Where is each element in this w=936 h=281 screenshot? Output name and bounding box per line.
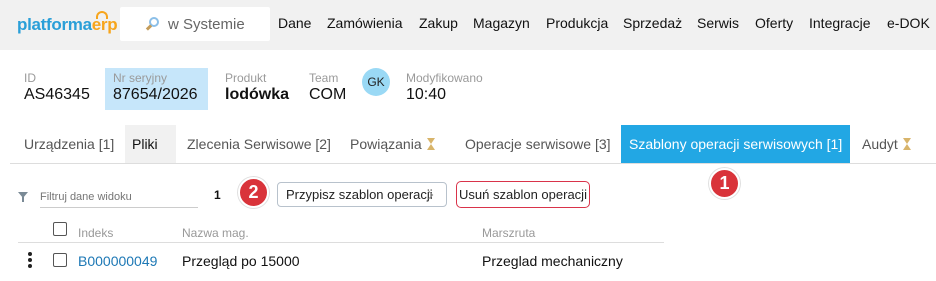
nav-item-produkcja[interactable]: Produkcja bbox=[546, 15, 608, 31]
column-header-marszruta[interactable]: Marszruta bbox=[482, 226, 535, 240]
nav-item-zamowienia[interactable]: Zamówienia bbox=[327, 15, 402, 31]
search-label: w Systemie bbox=[168, 15, 245, 33]
top-navigation-bar: platformaerp w Systemie Dane Zamówienia … bbox=[0, 0, 936, 50]
nav-item-serwis[interactable]: Serwis bbox=[697, 15, 739, 31]
tab-powiazania[interactable]: Powiązania bbox=[342, 125, 443, 163]
annotation-badge-1: 1 bbox=[709, 168, 740, 199]
nav-item-e-dok[interactable]: e-DOK bbox=[887, 15, 930, 31]
tab-divider bbox=[10, 163, 936, 164]
remove-template-button[interactable]: Usuń szablon operacji bbox=[456, 181, 590, 208]
table-row-route: Przeglad mechaniczny bbox=[482, 253, 623, 269]
tab-pliki[interactable]: Pliki bbox=[125, 125, 176, 163]
field-modified: Modyfikowano 10:40 bbox=[406, 71, 483, 103]
assign-template-button[interactable]: Przypisz szablon operacji bbox=[277, 182, 447, 207]
column-header-indeks[interactable]: Indeks bbox=[78, 226, 113, 240]
hourglass-icon bbox=[902, 138, 911, 150]
nav-item-oferty[interactable]: Oferty bbox=[755, 15, 793, 31]
nav-item-integracje[interactable]: Integracje bbox=[809, 15, 870, 31]
avatar[interactable]: GK bbox=[362, 68, 390, 96]
table-row-name: Przegląd po 15000 bbox=[182, 253, 300, 269]
row-checkbox[interactable] bbox=[53, 253, 67, 267]
field-product: Produkt lodówka bbox=[225, 71, 290, 103]
global-search-button[interactable]: w Systemie bbox=[120, 7, 270, 41]
nav-item-sprzedaz[interactable]: Sprzedaż bbox=[623, 15, 682, 31]
tab-operacje-serwisowe[interactable]: Operacje serwisowe [3] bbox=[457, 125, 619, 163]
nav-item-zakup[interactable]: Zakup bbox=[419, 15, 458, 31]
tab-szablony-operacji-serwisowych[interactable]: Szablony operacji serwisowych [1] bbox=[621, 125, 850, 163]
column-header-nazwa-mag[interactable]: Nazwa mag. bbox=[182, 226, 249, 240]
search-icon bbox=[145, 17, 160, 31]
table-row-index-link[interactable]: B000000049 bbox=[78, 253, 157, 269]
tab-urzadzenia[interactable]: Urządzenia [1] bbox=[16, 125, 122, 163]
nav-item-dane[interactable]: Dane bbox=[278, 15, 311, 31]
record-count: 1 bbox=[214, 188, 221, 202]
row-menu-icon[interactable] bbox=[28, 252, 32, 270]
tab-zlecenia-serwisowe[interactable]: Zlecenia Serwisowe [2] bbox=[179, 125, 339, 163]
tab-audyt[interactable]: Audyt bbox=[854, 125, 919, 163]
platformaerp-logo[interactable]: platformaerp bbox=[17, 11, 118, 35]
field-team: Team COM bbox=[309, 71, 347, 103]
nav-item-magazyn[interactable]: Magazyn bbox=[473, 15, 530, 31]
annotation-badge-2: 2 bbox=[238, 177, 269, 208]
field-id: ID AS46345 bbox=[24, 71, 90, 103]
filter-icon[interactable] bbox=[18, 192, 28, 202]
cloud-icon bbox=[96, 11, 108, 19]
select-all-checkbox[interactable] bbox=[53, 222, 67, 236]
field-serial-number: Nr seryjny 87654/2026 bbox=[113, 71, 198, 103]
hourglass-icon bbox=[426, 138, 435, 150]
table-header-divider bbox=[18, 242, 664, 243]
filter-input[interactable] bbox=[40, 186, 198, 208]
